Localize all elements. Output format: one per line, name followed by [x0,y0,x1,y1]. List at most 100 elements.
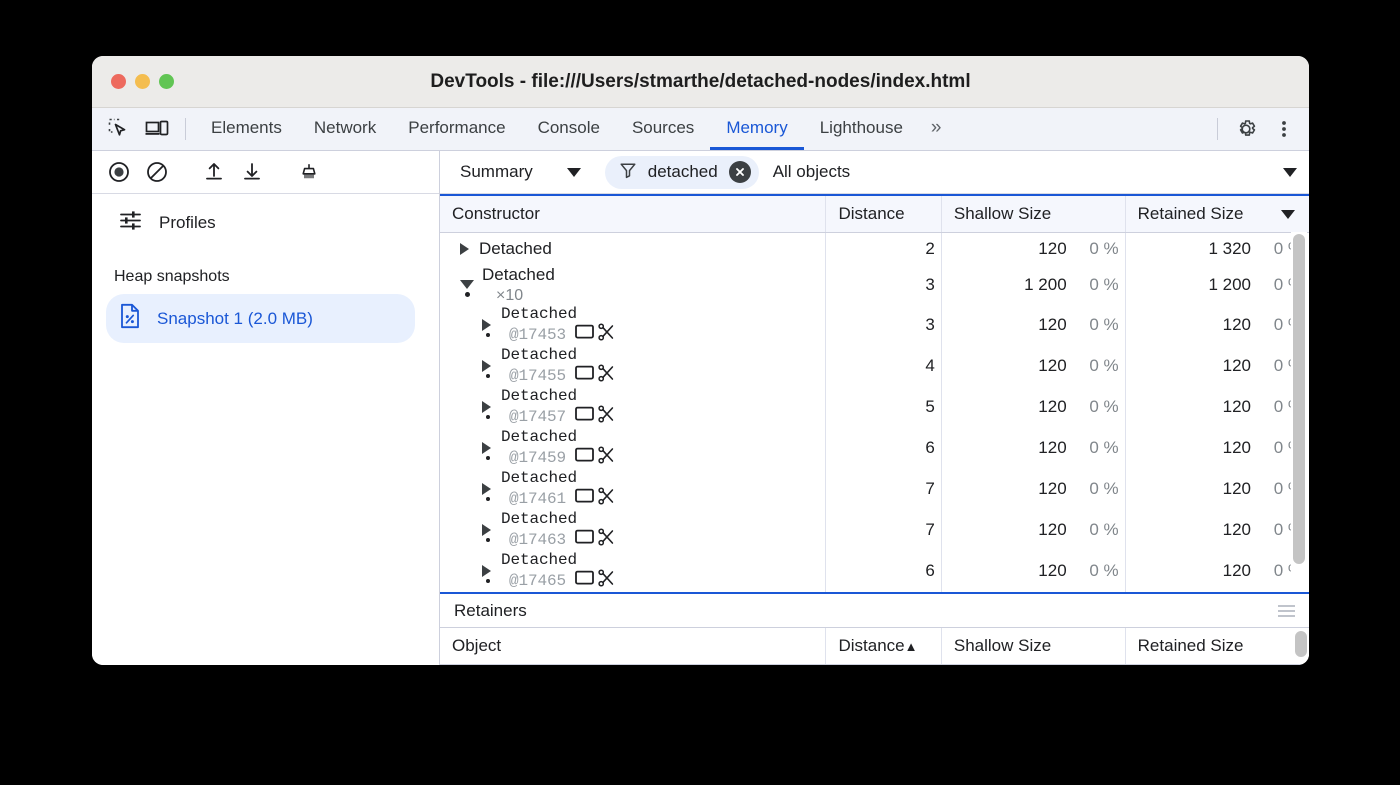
row-object-id: @17453 [509,326,566,344]
cell-shallow-size: 1200 % [941,510,1125,551]
tabbar-actions [1208,108,1309,150]
scissors-icon[interactable] [597,405,615,428]
retainers-table-header: Object Distance▲ Shallow Size Retained S… [440,628,1309,665]
scissors-icon[interactable] [597,323,615,346]
column-distance[interactable]: Distance [826,196,941,233]
chevron-down-icon [567,168,581,177]
tab-elements[interactable]: Elements [195,108,298,150]
table-row[interactable]: Detached @1746171200 %1200 % [440,469,1309,510]
view-select[interactable]: Summary [450,162,591,182]
save-profile-icon[interactable] [233,160,271,184]
filter-input[interactable]: detached [605,156,759,189]
column-retained-size-label: Retained Size [1138,204,1244,223]
maximize-button[interactable] [159,74,174,89]
grid-scrollbar[interactable] [1291,232,1307,590]
row-name: Detached ×10 [482,265,555,305]
table-row[interactable]: Detached @1745751200 %1200 % [440,387,1309,428]
row-node-icons[interactable] [575,528,615,551]
tab-memory[interactable]: Memory [710,108,803,150]
sidebar-item-snapshot-1[interactable]: Snapshot 1 (2.0 MB) [106,294,415,343]
load-profile-icon[interactable] [195,160,233,184]
scissors-icon[interactable] [597,528,615,551]
retainers-column-retained-size[interactable]: Retained Size [1125,628,1309,665]
heap-snapshots-group-title: Heap snapshots [92,250,439,294]
row-name: Detached @17461 [501,469,615,510]
clear-icon[interactable] [138,160,176,184]
window-icon[interactable] [575,406,594,426]
table-row[interactable]: Detached @1745541200 %1200 % [440,346,1309,387]
row-node-icons[interactable] [575,446,615,469]
column-retained-size[interactable]: Retained Size [1125,196,1309,233]
window-icon[interactable] [575,529,594,549]
cell-distance: 2 [826,233,941,265]
scissors-icon[interactable] [597,446,615,469]
row-node-icons[interactable] [575,487,615,510]
tab-sources[interactable]: Sources [616,108,710,150]
table-row[interactable]: Detached @1745961200 %1200 % [440,428,1309,469]
cell-distance: 6 [826,551,941,592]
table-row[interactable]: Detached @1746751200 %1200 % [440,592,1309,595]
row-node-icons[interactable] [575,364,615,387]
traffic-lights [92,74,174,89]
devtools-tabbar: Elements Network Performance Console Sou… [92,108,1309,151]
table-row[interactable]: Detached 21200 %1 3200 % [440,233,1309,265]
window-icon[interactable] [575,570,594,590]
minimize-button[interactable] [135,74,150,89]
cell-distance: 3 [826,265,941,305]
clear-filter-icon[interactable] [729,161,751,183]
window-icon[interactable] [575,365,594,385]
gear-icon[interactable] [1227,108,1265,150]
objects-filter-value: All objects [773,162,850,182]
device-toolbar-icon[interactable] [138,108,176,150]
table-row[interactable]: Detached ×1031 2000 %1 2000 % [440,265,1309,305]
column-constructor[interactable]: Constructor [440,196,826,233]
table-row[interactable]: Detached @1745331200 %1200 % [440,305,1309,346]
row-node-icons[interactable] [575,405,615,428]
retainers-scrollbar-thumb[interactable] [1295,631,1307,657]
table-body: Detached 21200 %1 3200 %Detached ×1031 2… [440,233,1309,595]
row-object-id: @17465 [509,572,566,590]
window-icon[interactable] [575,488,594,508]
record-icon[interactable] [100,160,138,184]
panel-menu-icon[interactable] [1278,605,1295,617]
row-object-id: @17463 [509,531,566,549]
tab-lighthouse[interactable]: Lighthouse [804,108,919,150]
devtools-body: Profiles Heap snapshots Snapshot 1 (2.0 … [92,151,1309,665]
more-tabs-button[interactable]: » [919,108,954,150]
column-shallow-size[interactable]: Shallow Size [941,196,1125,233]
heap-snapshot-icon [118,303,142,334]
sidebar-item-profiles[interactable]: Profiles [92,194,439,250]
retainers-column-distance[interactable]: Distance▲ [826,628,941,665]
scissors-icon[interactable] [597,487,615,510]
row-count: ×10 [496,287,523,304]
tab-network[interactable]: Network [298,108,392,150]
table-row[interactable]: Detached @1746561200 %1200 % [440,551,1309,592]
chevron-down-icon-objects [1283,168,1297,177]
cell-shallow-size: 1200 % [941,428,1125,469]
heap-snapshot-grid: Constructor Distance Shallow Size Retain… [440,194,1309,594]
close-button[interactable] [111,74,126,89]
row-node-icons[interactable] [575,569,615,592]
tab-console[interactable]: Console [522,108,616,150]
objects-filter-select[interactable]: All objects [773,162,1303,182]
window-icon[interactable] [575,324,594,344]
row-object-id: @17457 [509,408,566,426]
window-icon[interactable] [575,447,594,467]
scissors-icon[interactable] [597,569,615,592]
cell-retained-size: 1200 % [1125,510,1309,551]
cell-distance: 4 [826,346,941,387]
collect-garbage-icon[interactable] [290,160,328,184]
cell-constructor: Detached @17455 [440,346,826,387]
tab-performance[interactable]: Performance [392,108,521,150]
retainers-column-shallow-size[interactable]: Shallow Size [941,628,1125,665]
retainers-column-object[interactable]: Object [440,628,826,665]
inspect-element-icon[interactable] [100,108,138,150]
row-expand-toggle[interactable] [460,243,469,255]
scissors-icon[interactable] [597,364,615,387]
more-options-icon[interactable] [1265,108,1303,150]
cell-distance: 5 [826,592,941,595]
retainers-header: Retainers [440,594,1309,628]
grid-scrollbar-thumb[interactable] [1293,234,1305,564]
row-node-icons[interactable] [575,323,615,346]
table-row[interactable]: Detached @1746371200 %1200 % [440,510,1309,551]
